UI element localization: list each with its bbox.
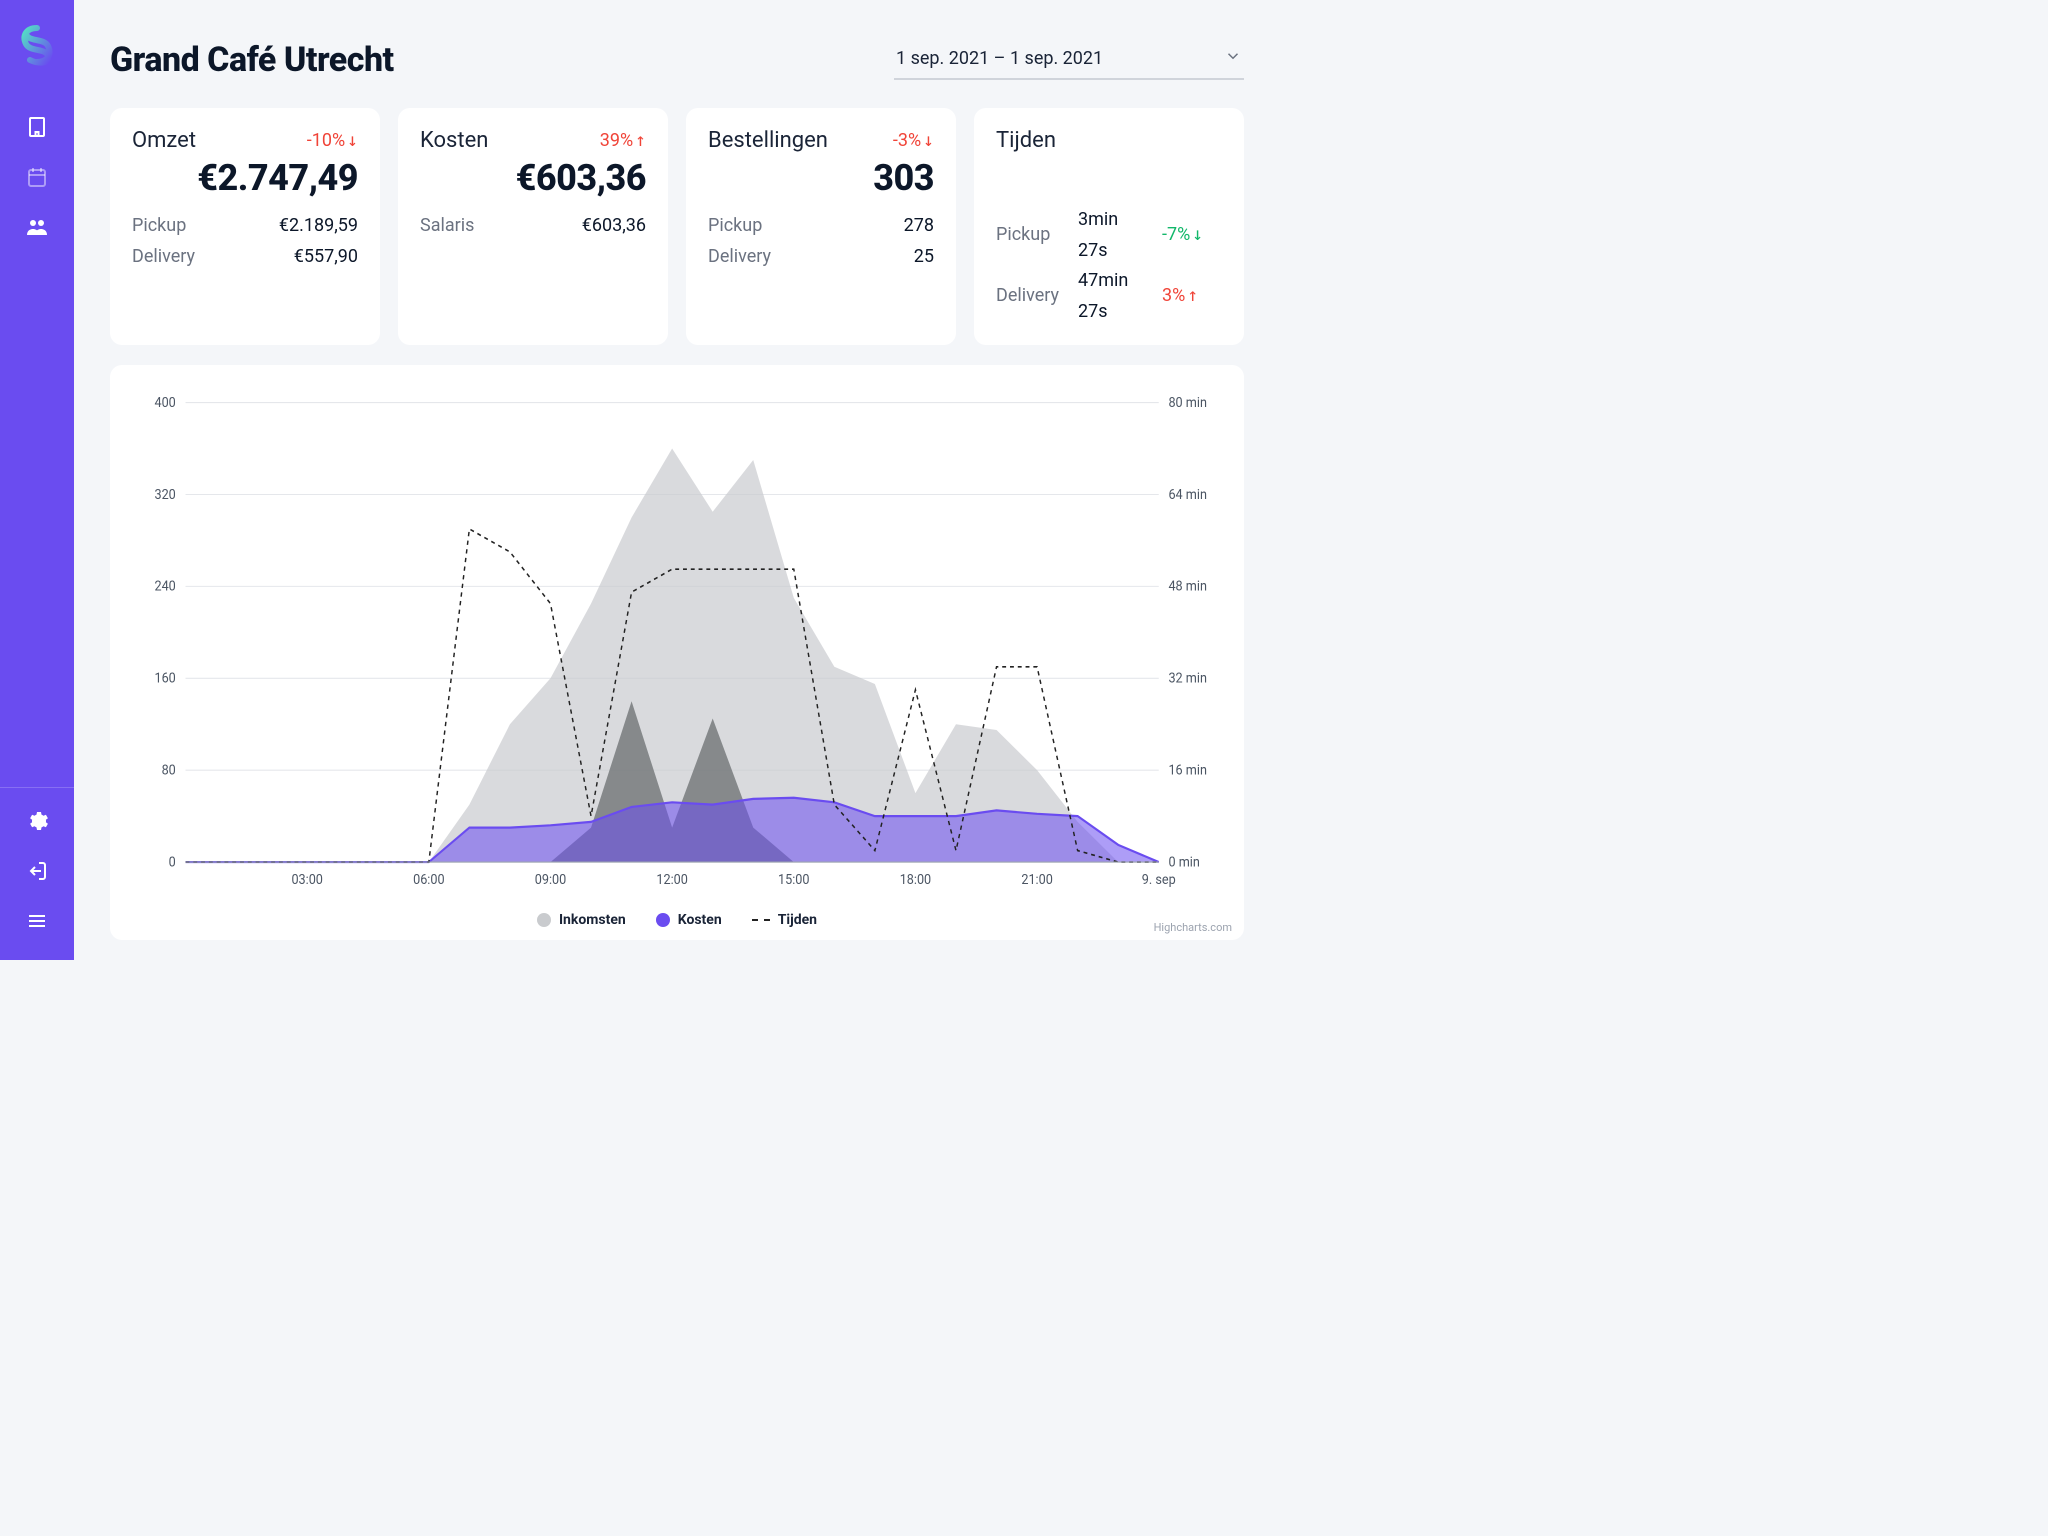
svg-text:80 min: 80 min (1168, 396, 1206, 412)
svg-text:0 min: 0 min (1168, 855, 1199, 871)
chart-plot[interactable]: 0 80 160 240 320 400 0 min 16 min 32 min 48 min 64… (132, 383, 1222, 906)
svg-text:9. sep: 9. sep (1142, 873, 1176, 889)
svg-text:32 min: 32 min (1168, 671, 1206, 687)
svg-text:160: 160 (154, 671, 175, 687)
arrow-up-icon: ↑ (1187, 281, 1198, 312)
nav-settings-icon[interactable] (16, 800, 58, 842)
svg-text:15:00: 15:00 (778, 873, 809, 889)
card-kosten: Kosten 39%↑ €603,36 Salaris€603,36 (398, 108, 668, 345)
legend-item-tijden[interactable]: Tijden (752, 912, 817, 928)
svg-text:03:00: 03:00 (291, 873, 322, 889)
svg-text:80: 80 (162, 763, 176, 779)
card-title: Tijden (996, 128, 1056, 153)
card-value: €603,36 (420, 157, 646, 199)
card-title: Kosten (420, 128, 488, 153)
main-content: Grand Café Utrecht 1 sep. 2021 – 1 sep. … (74, 0, 1280, 960)
chart-credits[interactable]: Highcharts.com (1154, 921, 1232, 934)
svg-text:48 min: 48 min (1168, 580, 1206, 596)
svg-text:06:00: 06:00 (413, 873, 444, 889)
arrow-down-icon: ↓ (923, 130, 934, 151)
svg-text:240: 240 (154, 580, 175, 596)
svg-text:18:00: 18:00 (900, 873, 931, 889)
nav-calendar-icon[interactable] (16, 156, 58, 198)
sidebar (0, 0, 74, 960)
card-omzet: Omzet -10%↓ €2.747,49 Pickup€2.189,59 De… (110, 108, 380, 345)
svg-text:0: 0 (169, 855, 176, 871)
chevron-down-icon (1224, 47, 1242, 70)
svg-text:12:00: 12:00 (656, 873, 687, 889)
legend-item-kosten[interactable]: Kosten (656, 912, 722, 928)
nav-people-icon[interactable] (16, 206, 58, 248)
delta-badge: 39%↑ (600, 130, 646, 151)
svg-text:09:00: 09:00 (535, 873, 566, 889)
card-tijden: Tijden Pickup 3min 27s -7%↓ Delivery 47m… (974, 108, 1244, 345)
svg-text:320: 320 (154, 488, 175, 504)
svg-text:400: 400 (154, 396, 175, 412)
svg-text:64 min: 64 min (1168, 488, 1206, 504)
logo (16, 24, 58, 66)
card-value: €2.747,49 (132, 157, 358, 199)
chart-card: 0 80 160 240 320 400 0 min 16 min 32 min 48 min 64… (110, 365, 1244, 940)
delta-badge: -7%↓ (1162, 220, 1222, 251)
arrow-down-icon: ↓ (347, 130, 358, 151)
delta-badge: -10%↓ (307, 130, 358, 151)
page-title: Grand Café Utrecht (110, 40, 394, 80)
card-value: 303 (708, 157, 934, 199)
arrow-down-icon: ↓ (1192, 220, 1203, 251)
date-range-text: 1 sep. 2021 – 1 sep. 2021 (896, 48, 1103, 69)
svg-text:16 min: 16 min (1168, 763, 1206, 779)
chart-legend: Inkomsten Kosten Tijden (132, 912, 1222, 928)
date-range-picker[interactable]: 1 sep. 2021 – 1 sep. 2021 (894, 41, 1244, 80)
arrow-up-icon: ↑ (635, 130, 646, 151)
delta-badge: 3%↑ (1162, 281, 1222, 312)
card-bestellingen: Bestellingen -3%↓ 303 Pickup278 Delivery… (686, 108, 956, 345)
card-title: Bestellingen (708, 128, 828, 153)
delta-badge: -3%↓ (893, 130, 934, 151)
svg-text:21:00: 21:00 (1021, 873, 1052, 889)
nav-building-icon[interactable] (16, 106, 58, 148)
legend-item-inkomsten[interactable]: Inkomsten (537, 912, 626, 928)
card-title: Omzet (132, 128, 196, 153)
nav-menu-icon[interactable] (16, 900, 58, 942)
nav-logout-icon[interactable] (16, 850, 58, 892)
